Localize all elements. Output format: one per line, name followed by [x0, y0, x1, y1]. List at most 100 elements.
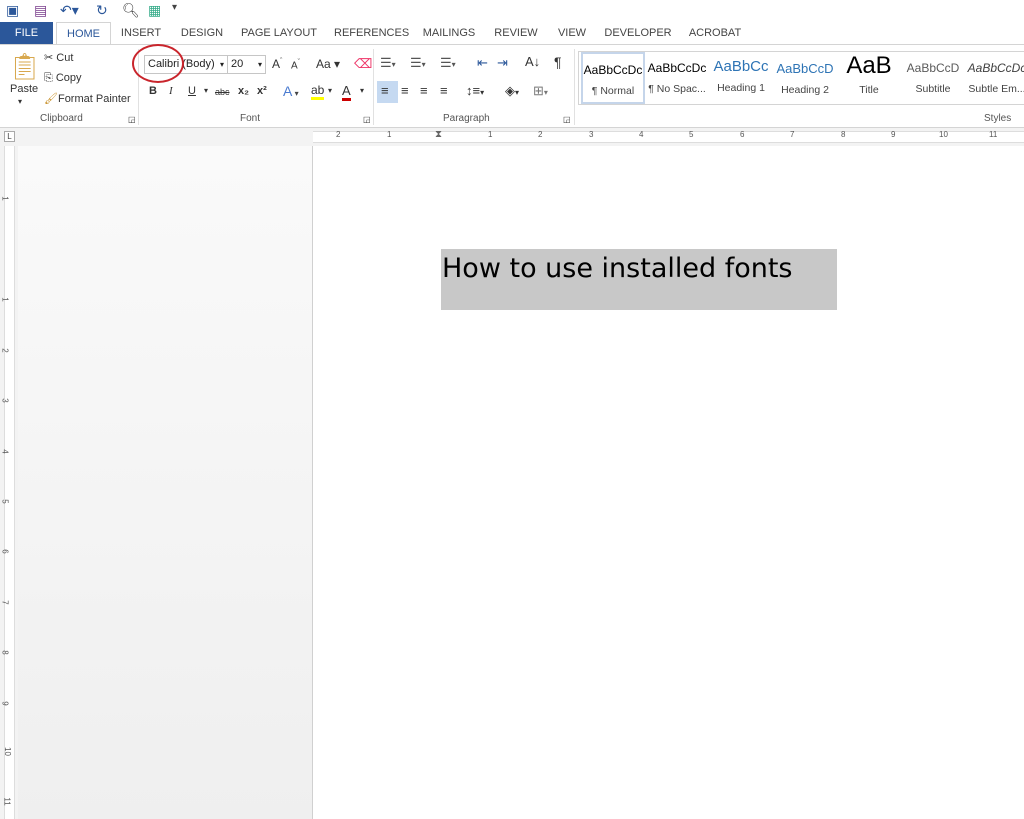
font-size-field[interactable]: 20 ▾ [227, 55, 266, 74]
ruler-number: 4 [0, 449, 10, 454]
ruler-number: 3 [0, 398, 10, 403]
chevron-down-icon[interactable]: ▾ [258, 56, 262, 73]
font-color-icon[interactable]: A [342, 83, 351, 101]
shading-icon[interactable]: ◈▾ [505, 83, 519, 99]
align-center-icon[interactable]: ≡ [401, 83, 409, 98]
touch-mode-icon[interactable]: ▦ [148, 2, 161, 19]
tab-review[interactable]: REVIEW [492, 22, 540, 45]
borders-icon[interactable]: ⊞▾ [533, 83, 548, 99]
bullets-icon[interactable]: ☰▾ [380, 55, 396, 71]
style-subtitle[interactable]: AaBbCcD Subtitle [901, 52, 965, 104]
tab-view[interactable]: VIEW [554, 22, 590, 45]
ruler-number: 11 [2, 797, 12, 806]
clear-formatting-icon[interactable]: ⌫ [354, 56, 372, 72]
ruler-strip [313, 131, 1024, 143]
document-background [18, 146, 313, 819]
customize-icon[interactable]: ▾ [172, 2, 177, 13]
chevron-down-icon[interactable]: ▾ [220, 56, 224, 73]
style-preview: AaBbCcDc [647, 61, 707, 75]
font-size-value: 20 [231, 58, 244, 70]
style-preview: AaB [846, 52, 892, 79]
indent-marker-icon[interactable]: ⧗ [435, 129, 442, 140]
grow-font-icon[interactable]: Aˆ [272, 57, 282, 71]
horizontal-ruler[interactable]: L ⧗ 2 1 1 2 3 4 5 6 7 8 9 10 11 [0, 128, 1024, 146]
tab-developer[interactable]: DEVELOPER [604, 22, 672, 45]
tab-insert[interactable]: INSERT [118, 22, 164, 45]
decrease-indent-icon[interactable]: ⇤ [477, 55, 488, 71]
style-subtle-emphasis[interactable]: AaBbCcDc Subtle Em... [965, 52, 1024, 104]
align-left-button[interactable]: ≡ [377, 81, 398, 103]
divider [373, 49, 374, 125]
font-launcher-icon[interactable]: ◲ [363, 115, 371, 124]
sort-icon[interactable]: A↓ [525, 54, 540, 69]
ruler-number: 9 [0, 701, 10, 706]
tab-design[interactable]: DESIGN [178, 22, 226, 45]
ruler-number: 7 [790, 130, 795, 139]
multilevel-list-icon[interactable]: ☰▾ [440, 55, 456, 71]
ruler-number: 8 [841, 130, 846, 139]
ruler-number: 3 [589, 130, 594, 139]
tab-references[interactable]: REFERENCES [334, 22, 409, 45]
print-preview-icon[interactable]: 🔍︎ [122, 2, 140, 19]
change-case-button[interactable]: Aa ▾ [316, 57, 340, 71]
ruler-number: 10 [939, 130, 948, 139]
copy-button[interactable]: ⎘ Copy [44, 72, 82, 85]
selected-document-text[interactable]: How to use installed fonts [441, 249, 837, 310]
bold-button[interactable]: B [149, 85, 157, 97]
tab-page-layout[interactable]: PAGE LAYOUT [240, 22, 318, 45]
vertical-ruler[interactable]: 1 1 2 3 4 5 6 7 8 9 10 11 [0, 146, 18, 819]
tab-acrobat[interactable]: ACROBAT [684, 22, 746, 45]
style-title[interactable]: AaB Title [837, 52, 901, 104]
format-painter-button[interactable]: 🖌︎Format Painter [44, 92, 131, 105]
clipboard-launcher-icon[interactable]: ◲ [128, 115, 136, 124]
underline-dropdown-icon[interactable]: ▾ [204, 86, 208, 95]
justify-icon[interactable]: ≡ [440, 83, 448, 98]
increase-indent-icon[interactable]: ⇥ [497, 55, 508, 71]
ruler-number: 2 [0, 348, 10, 353]
style-name: Heading 2 [781, 84, 829, 96]
style-heading-2[interactable]: AaBbCcD Heading 2 [773, 52, 837, 104]
paragraph-launcher-icon[interactable]: ◲ [563, 115, 571, 124]
style-normal[interactable]: AaBbCcDc ¶ Normal [581, 52, 645, 104]
copy-icon: ⎘ [44, 72, 56, 84]
line-spacing-icon[interactable]: ↕≡▾ [466, 83, 484, 98]
brush-icon: 🖌︎ [44, 93, 58, 105]
style-heading-1[interactable]: AaBbCc Heading 1 [709, 52, 773, 104]
paste-icon[interactable]: 📋︎ [8, 51, 41, 82]
style-name: Title [859, 84, 879, 96]
redo-icon[interactable]: ↻ [96, 2, 108, 19]
highlight-icon[interactable]: ab [311, 83, 325, 100]
superscript-button[interactable]: x² [257, 85, 267, 97]
underline-button[interactable]: U [188, 85, 196, 97]
undo-icon[interactable]: ↶▾ [60, 2, 79, 19]
paste-dropdown-icon[interactable]: ▾ [18, 97, 22, 106]
quick-access-toolbar: ▣ ▤ ↶▾ ↻ 🔍︎ ▦ ▾ [0, 0, 1024, 22]
show-formatting-button[interactable]: ¶ [554, 54, 562, 70]
style-preview: AaBbCcD [906, 61, 960, 75]
numbering-icon[interactable]: ☰▾ [410, 55, 426, 71]
paste-button[interactable]: Paste [10, 83, 38, 95]
save-icon[interactable]: ▤ [34, 2, 47, 19]
document-page[interactable] [314, 146, 1024, 819]
cut-button[interactable]: ✂ Cut [44, 51, 73, 64]
font-group-label: Font [240, 113, 261, 124]
shrink-font-icon[interactable]: Aˇ [291, 59, 300, 71]
tab-mailings[interactable]: MAILINGS [420, 22, 478, 45]
styles-group-label: Styles [984, 113, 1012, 124]
subscript-button[interactable]: x₂ [238, 85, 249, 97]
italic-button[interactable]: I [169, 85, 173, 97]
ruler-number: 11 [989, 130, 998, 139]
style-no-spacing[interactable]: AaBbCcDc ¶ No Spac... [645, 52, 709, 104]
strikethrough-button[interactable]: abc [215, 87, 230, 97]
ribbon-tabs: FILE HOME INSERT DESIGN PAGE LAYOUT REFE… [0, 22, 1024, 46]
align-right-icon[interactable]: ≡ [420, 83, 428, 98]
tab-file[interactable]: FILE [0, 22, 53, 45]
tab-selector-icon[interactable]: L [4, 131, 15, 142]
tab-home[interactable]: HOME [56, 22, 111, 46]
highlight-dropdown-icon[interactable]: ▾ [328, 86, 332, 95]
ruler-number: 6 [0, 549, 10, 554]
text-effects-icon[interactable]: A ▾ [283, 83, 299, 99]
ruler-strip [4, 146, 15, 819]
font-color-dropdown-icon[interactable]: ▾ [360, 86, 364, 95]
styles-gallery: AaBbCcDc ¶ Normal AaBbCcDc ¶ No Spac... Aa… [578, 51, 1024, 105]
